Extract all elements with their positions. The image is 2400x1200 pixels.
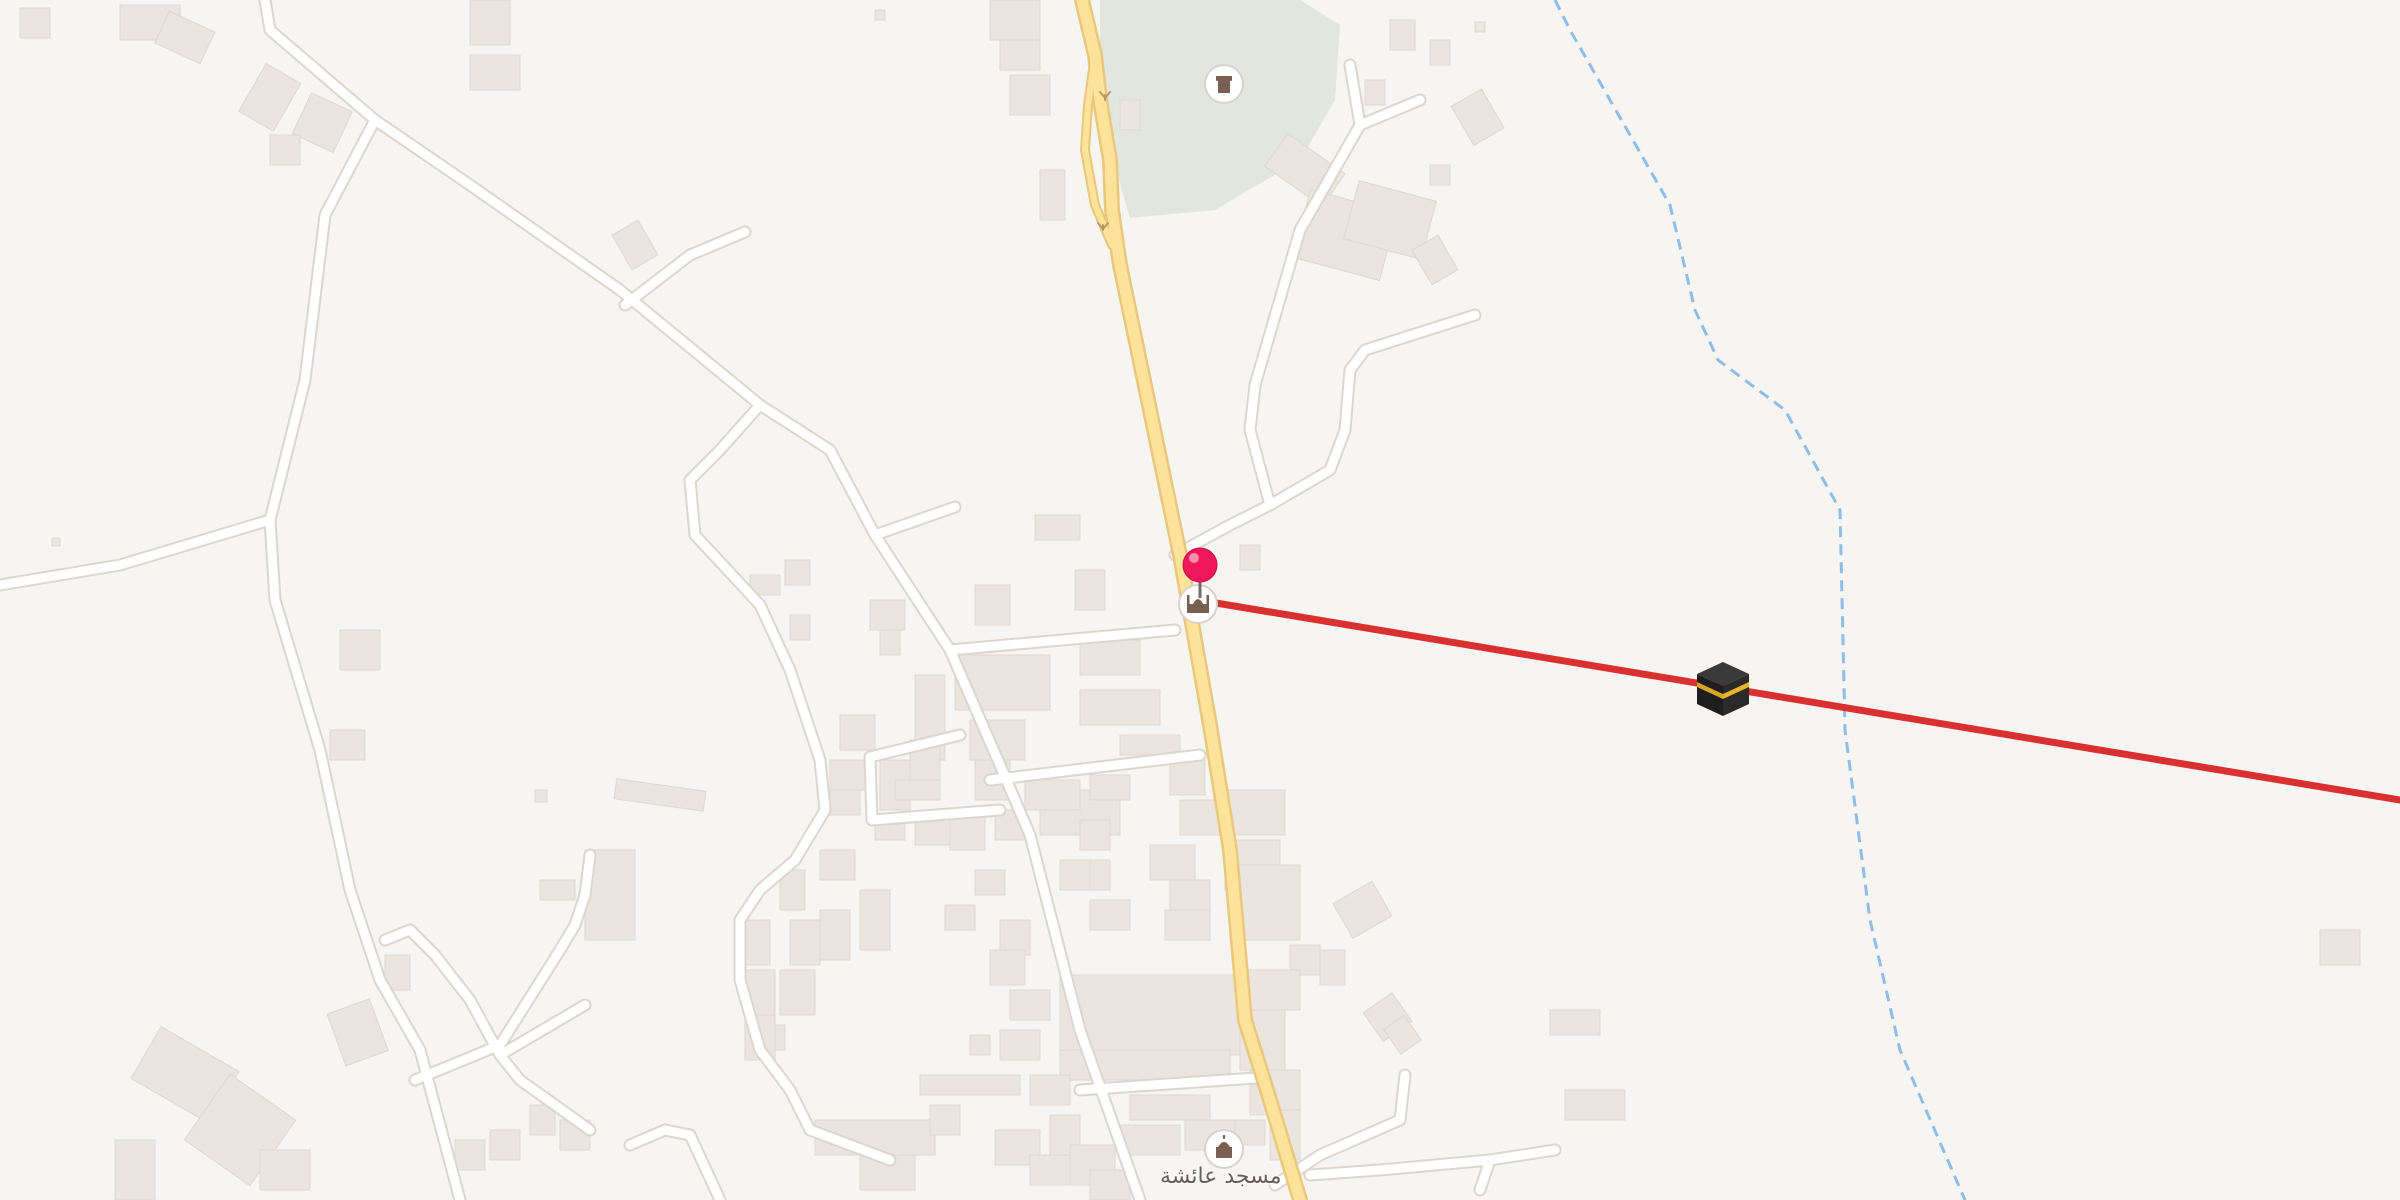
cemetery-icon[interactable] bbox=[1204, 64, 1244, 104]
boundary-line bbox=[1553, 0, 1967, 1200]
qibla-line bbox=[1194, 596, 2400, 804]
poi-label-mosque-aisha[interactable]: مسجد عائشة bbox=[1160, 1164, 1282, 1189]
minor-roads bbox=[0, 0, 1562, 1200]
mosque-icon[interactable] bbox=[1178, 584, 1218, 624]
map-layer bbox=[0, 0, 2400, 1200]
mosque-icon[interactable] bbox=[1204, 1129, 1244, 1169]
kaaba-icon[interactable] bbox=[1697, 662, 1749, 716]
map-canvas[interactable]: مسجد عائشة bbox=[0, 0, 2400, 1200]
